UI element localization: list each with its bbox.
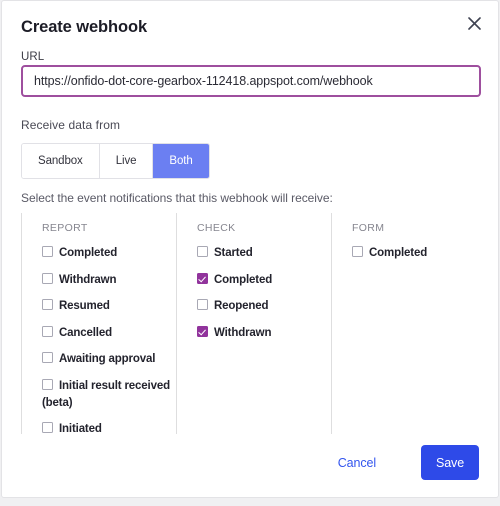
receive-data-label: Receive data from	[21, 118, 121, 132]
checkbox-report-awaiting-approval[interactable]: Awaiting approval	[42, 350, 176, 367]
events-instruction: Select the event notifications that this…	[21, 191, 333, 205]
save-button[interactable]: Save	[421, 445, 479, 480]
segment-sandbox[interactable]: Sandbox	[22, 144, 100, 178]
url-input[interactable]	[21, 65, 481, 97]
checkbox-report-withdrawn[interactable]: Withdrawn	[42, 271, 176, 288]
checkbox-report-cancelled[interactable]: Cancelled	[42, 324, 176, 341]
checkbox-label: Withdrawn	[214, 326, 272, 339]
checkbox-report-initial-result-received[interactable]: Initial result received (beta)	[42, 377, 176, 411]
checkbox-label: Started	[214, 247, 253, 259]
checkbox-check-reopened[interactable]: Reopened	[197, 297, 331, 314]
checkbox-list-check: Started Completed Reopened Withdrawn	[197, 244, 331, 350]
event-column-form: FORM Completed	[331, 213, 481, 434]
checkbox-label: Completed	[59, 247, 118, 259]
event-column-report: REPORT Completed Withdrawn Resumed Cance…	[21, 213, 176, 435]
checkbox-check-withdrawn[interactable]: Withdrawn	[197, 324, 331, 341]
checkbox-label: Initial result received (beta)	[42, 379, 170, 409]
checkbox-list-form: Completed	[352, 244, 481, 271]
event-column-check: CHECK Started Completed Reopened Withdra…	[176, 213, 331, 434]
checkbox-label: Reopened	[214, 300, 269, 312]
segment-both[interactable]: Both	[153, 144, 209, 178]
create-webhook-modal: Create webhook URL Receive data from San…	[1, 0, 499, 498]
checkbox-checked-icon	[197, 325, 208, 337]
column-title-form: FORM	[352, 222, 385, 234]
checkbox-label: Cancelled	[59, 326, 112, 339]
receive-data-segmented-control: Sandbox Live Both	[21, 143, 210, 179]
column-title-report: REPORT	[42, 222, 88, 234]
column-title-check: CHECK	[197, 222, 236, 234]
close-icon	[467, 16, 481, 30]
checkbox-label: Completed	[214, 273, 273, 286]
checkbox-report-completed[interactable]: Completed	[42, 244, 176, 261]
checkbox-label: Completed	[369, 247, 428, 259]
cancel-button[interactable]: Cancel	[336, 452, 378, 474]
checkbox-box-icon	[197, 299, 208, 310]
checkbox-box-icon	[42, 299, 53, 310]
checkbox-report-resumed[interactable]: Resumed	[42, 297, 176, 314]
events-panel: REPORT Completed Withdrawn Resumed Cance…	[21, 213, 481, 435]
checkbox-box-icon	[197, 246, 208, 257]
checkbox-box-icon	[42, 422, 53, 433]
checkbox-check-completed[interactable]: Completed	[197, 271, 331, 288]
checkbox-box-icon	[42, 378, 53, 390]
checkbox-box-icon	[42, 246, 53, 257]
checkbox-checked-icon	[197, 272, 208, 284]
close-button[interactable]	[464, 13, 484, 33]
url-label: URL	[21, 51, 45, 63]
checkbox-label: Awaiting approval	[59, 353, 156, 365]
modal-footer: Cancel Save	[2, 433, 498, 497]
checkbox-form-completed[interactable]: Completed	[352, 244, 481, 261]
checkbox-check-started[interactable]: Started	[197, 244, 331, 261]
checkbox-label: Resumed	[59, 300, 110, 312]
checkbox-list-report: Completed Withdrawn Resumed Cancelled Aw…	[42, 244, 176, 447]
checkbox-label: Withdrawn	[59, 273, 117, 286]
segment-live[interactable]: Live	[99, 144, 154, 178]
page-title: Create webhook	[21, 18, 148, 36]
checkbox-box-icon	[42, 272, 53, 284]
checkbox-box-icon	[42, 352, 53, 363]
modal-header: Create webhook	[2, 1, 498, 49]
checkbox-box-icon	[352, 246, 363, 257]
checkbox-box-icon	[42, 325, 53, 337]
